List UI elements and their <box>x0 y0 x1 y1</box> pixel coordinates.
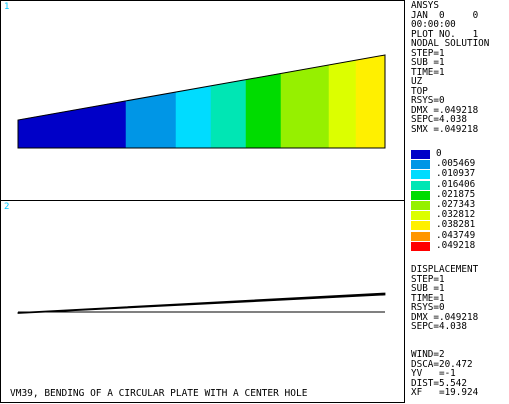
view-info-line: XF =19.924 <box>411 387 479 398</box>
legend-swatch <box>411 200 430 210</box>
contour-bands-group <box>17 54 386 149</box>
legend-swatch <box>411 241 430 251</box>
legend-swatch <box>411 221 430 231</box>
deformed-shape <box>17 292 386 314</box>
view-info-panel: WIND=2 DSCA=20.472 YV =-1 DIST=5.542 XF =19.… <box>411 350 478 398</box>
contour-band <box>355 54 386 149</box>
contour-plot <box>17 54 386 149</box>
displacement-info-line: SEPC=4.038 <box>411 321 467 332</box>
plot-title: VM39, BENDING OF A CIRCULAR PLATE WITH A… <box>10 388 308 399</box>
legend-swatch <box>411 160 430 170</box>
contour-band <box>175 85 212 149</box>
legend-value: .010937 <box>436 168 476 180</box>
plot-window-2[interactable]: 2 <box>0 200 405 403</box>
info-line: SMX =.049218 <box>411 123 479 135</box>
legend-value: .038281 <box>436 219 476 231</box>
legend-value: .043749 <box>436 229 476 241</box>
contour-band <box>280 64 330 149</box>
contour-band <box>328 59 357 149</box>
legend-swatch <box>411 150 430 159</box>
contour-band <box>210 79 247 149</box>
plot-window-1[interactable]: 1 <box>0 0 405 201</box>
legend-swatch <box>411 180 430 190</box>
legend-swatch <box>411 190 430 200</box>
contour-band <box>245 73 282 149</box>
contour-band <box>17 100 127 149</box>
info-panel: ANSYS JAN 0 0 00:00:00 PLOT NO. 1 NODAL SOLU… <box>411 1 489 134</box>
displacement-info-panel: DISPLACEMENT STEP=1 SUB =1 TIME=1 RSYS=0 DMX … <box>411 265 478 332</box>
displacement-plot <box>17 292 386 314</box>
legend-swatch <box>411 170 430 180</box>
legend-swatch <box>411 211 430 221</box>
contour-band <box>125 91 177 149</box>
info-line: TIME=1 <box>411 66 445 78</box>
legend-value: .049218 <box>436 239 476 251</box>
legend-swatch <box>411 231 430 241</box>
